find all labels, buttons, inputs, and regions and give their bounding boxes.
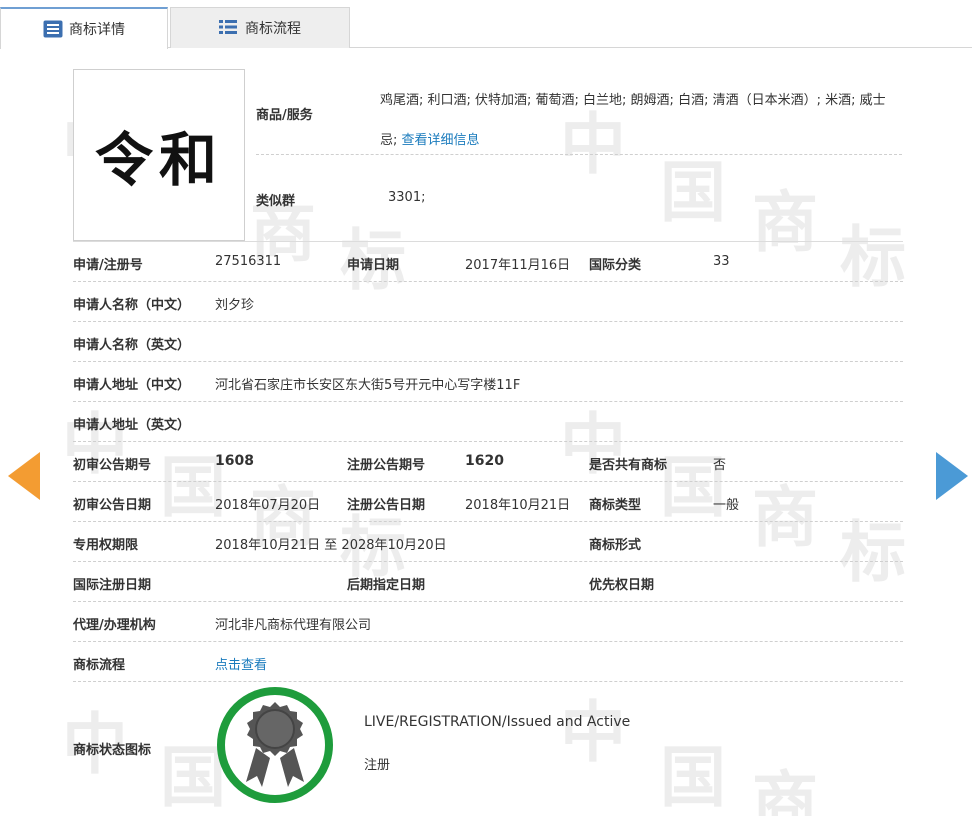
- exclusive-period-label: 专用权期限: [73, 538, 139, 553]
- similar-group-value: 3301;: [388, 190, 426, 205]
- divider: [73, 441, 903, 442]
- reg-issue-no-label: 注册公告期号: [347, 458, 426, 473]
- divider: [73, 401, 903, 402]
- address-cn-label: 申请人地址（中文）: [73, 378, 191, 393]
- watermark-char: 国: [660, 154, 726, 231]
- divider: [73, 481, 903, 482]
- divider: [73, 601, 903, 602]
- intl-reg-date-label: 国际注册日期: [73, 578, 152, 593]
- divider: [73, 521, 903, 522]
- prelim-issue-no-value: 1608: [215, 453, 254, 469]
- prelim-date-value: 2018年07月20日: [215, 498, 321, 513]
- divider: [73, 681, 903, 682]
- tm-form-label: 商标形式: [589, 538, 642, 553]
- watermark-char: 标: [840, 514, 906, 591]
- watermark-char: 商: [752, 184, 818, 261]
- tab-trademark-details[interactable]: 商标详情: [0, 7, 168, 49]
- next-arrow-icon[interactable]: [936, 452, 968, 500]
- agent-label: 代理/办理机构: [73, 618, 156, 633]
- tm-type-label: 商标类型: [589, 498, 642, 513]
- divider: [73, 641, 903, 642]
- tab-label: 商标流程: [245, 21, 301, 37]
- tab-trademark-process[interactable]: 商标流程: [170, 7, 350, 48]
- reg-issue-no-value: 1620: [465, 453, 504, 469]
- applicant-cn-value: 刘夕珍: [215, 298, 255, 313]
- reg-date-label: 注册公告日期: [347, 498, 426, 513]
- trademark-image: 令和: [73, 69, 245, 241]
- divider: [73, 281, 903, 282]
- watermark-char: 商: [752, 479, 818, 556]
- list-icon: [43, 20, 63, 38]
- prelim-date-label: 初审公告日期: [73, 498, 152, 513]
- reg-no-value: 27516311: [215, 254, 282, 269]
- divider: [73, 561, 903, 562]
- address-en-label: 申请人地址（英文）: [73, 418, 191, 433]
- status-en: LIVE/REGISTRATION/Issued and Active: [364, 714, 631, 730]
- applicant-en-label: 申请人名称（英文）: [73, 338, 191, 353]
- tab-label: 商标详情: [69, 22, 125, 38]
- status-cn: 注册: [364, 758, 391, 773]
- divider: [73, 241, 903, 242]
- address-cn-value: 河北省石家庄市长安区东大街5号开元中心写字楼11F: [215, 378, 521, 393]
- view-details-link[interactable]: 查看详细信息: [402, 133, 480, 148]
- watermark-char: 国: [660, 739, 726, 816]
- watermark-char: 商: [752, 764, 818, 816]
- prev-arrow-icon[interactable]: [8, 452, 40, 500]
- status-icon-label: 商标状态图标: [73, 743, 152, 758]
- reg-no-label: 申请/注册号: [73, 258, 143, 273]
- process-view-link[interactable]: 点击查看: [215, 654, 267, 673]
- intl-class-label: 国际分类: [589, 258, 642, 273]
- process-label: 商标流程: [73, 658, 126, 673]
- divider: [73, 321, 903, 322]
- apply-date-value: 2017年11月16日: [465, 258, 571, 273]
- exclusive-period-value: 2018年10月21日 至 2028年10月20日: [215, 538, 447, 553]
- goods-label: 商品/服务: [256, 108, 313, 123]
- trademark-image-text: 令和: [94, 126, 223, 194]
- applicant-cn-label: 申请人名称（中文）: [73, 298, 191, 313]
- divider: [256, 154, 902, 155]
- goods-text: 鸡尾酒; 利口酒; 伏特加酒; 葡萄酒; 白兰地; 朗姆酒; 白酒; 清酒（日本…: [380, 81, 902, 161]
- tab-bar: 商标详情 商标流程: [0, 0, 972, 49]
- intl-class-value: 33: [713, 254, 730, 269]
- apply-date-label: 申请日期: [347, 258, 400, 273]
- similar-group-label: 类似群: [256, 194, 296, 209]
- shared-label: 是否共有商标: [589, 458, 668, 473]
- later-designation-label: 后期指定日期: [347, 578, 426, 593]
- agent-value: 河北非凡商标代理有限公司: [215, 618, 372, 633]
- priority-date-label: 优先权日期: [589, 578, 655, 593]
- watermark-char: 中: [560, 694, 626, 771]
- prelim-issue-no-label: 初审公告期号: [73, 458, 152, 473]
- registered-medal-icon: [217, 687, 333, 803]
- shared-value: 否: [713, 458, 727, 473]
- divider: [73, 361, 903, 362]
- grid-list-icon: [219, 19, 239, 37]
- tm-type-value: 一般: [713, 498, 740, 513]
- reg-date-value: 2018年10月21日: [465, 498, 571, 513]
